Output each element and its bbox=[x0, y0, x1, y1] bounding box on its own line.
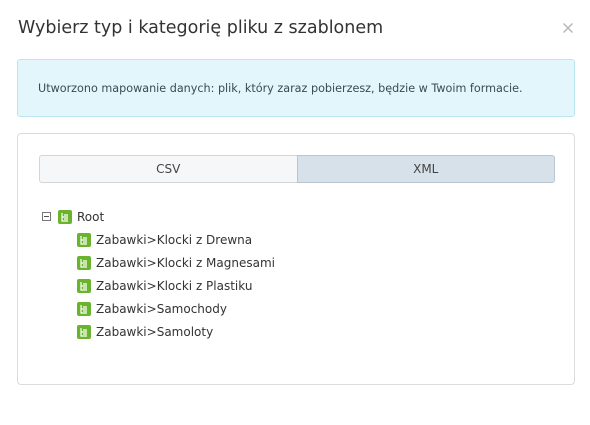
tab-xml[interactable]: XML bbox=[296, 155, 555, 183]
tab-csv[interactable]: CSV bbox=[39, 155, 297, 183]
tree-node-label: Zabawki>Samoloty bbox=[96, 324, 214, 339]
category-node-icon bbox=[77, 278, 91, 293]
tree-node-label: Zabawki>Klocki z Plastiku bbox=[96, 278, 253, 293]
category-node-icon bbox=[77, 324, 91, 339]
info-alert: Utworzono mapowanie danych: plik, który … bbox=[17, 59, 575, 117]
tree-node-label: Zabawki>Klocki z Drewna bbox=[96, 232, 253, 247]
category-node-icon bbox=[77, 301, 91, 316]
tree-node-child[interactable]: Zabawki>Klocki z Plastiku bbox=[42, 274, 275, 297]
collapse-minus-icon[interactable] bbox=[42, 212, 51, 221]
dialog-title: Wybierz typ i kategorię pliku z szablone… bbox=[18, 18, 384, 38]
tree-node-child[interactable]: Zabawki>Klocki z Magnesami bbox=[42, 251, 275, 274]
tree-node-label: Zabawki>Samochody bbox=[96, 301, 227, 316]
tree-node-root[interactable]: Root bbox=[42, 205, 275, 228]
close-button[interactable] bbox=[560, 20, 576, 36]
category-node-icon bbox=[77, 255, 91, 270]
category-node-icon bbox=[58, 209, 72, 224]
category-tree: Root Zabawki>Klocki z Drewna Zabawki>Klo… bbox=[42, 205, 275, 343]
tree-node-label: Root bbox=[77, 209, 105, 224]
tree-node-child[interactable]: Zabawki>Samoloty bbox=[42, 320, 275, 343]
tree-node-child[interactable]: Zabawki>Samochody bbox=[42, 297, 275, 320]
format-tabs: CSV XML bbox=[39, 155, 555, 183]
tree-node-child[interactable]: Zabawki>Klocki z Drewna bbox=[42, 228, 275, 251]
alert-message: Utworzono mapowanie danych: plik, który … bbox=[38, 81, 523, 95]
close-icon bbox=[560, 20, 576, 36]
modal-dialog: Wybierz typ i kategorię pliku z szablone… bbox=[0, 0, 590, 425]
tree-node-label: Zabawki>Klocki z Magnesami bbox=[96, 255, 275, 270]
category-node-icon bbox=[77, 232, 91, 247]
template-panel: CSV XML Root Zabawki>Klocki z Drewna Zab… bbox=[17, 133, 575, 385]
